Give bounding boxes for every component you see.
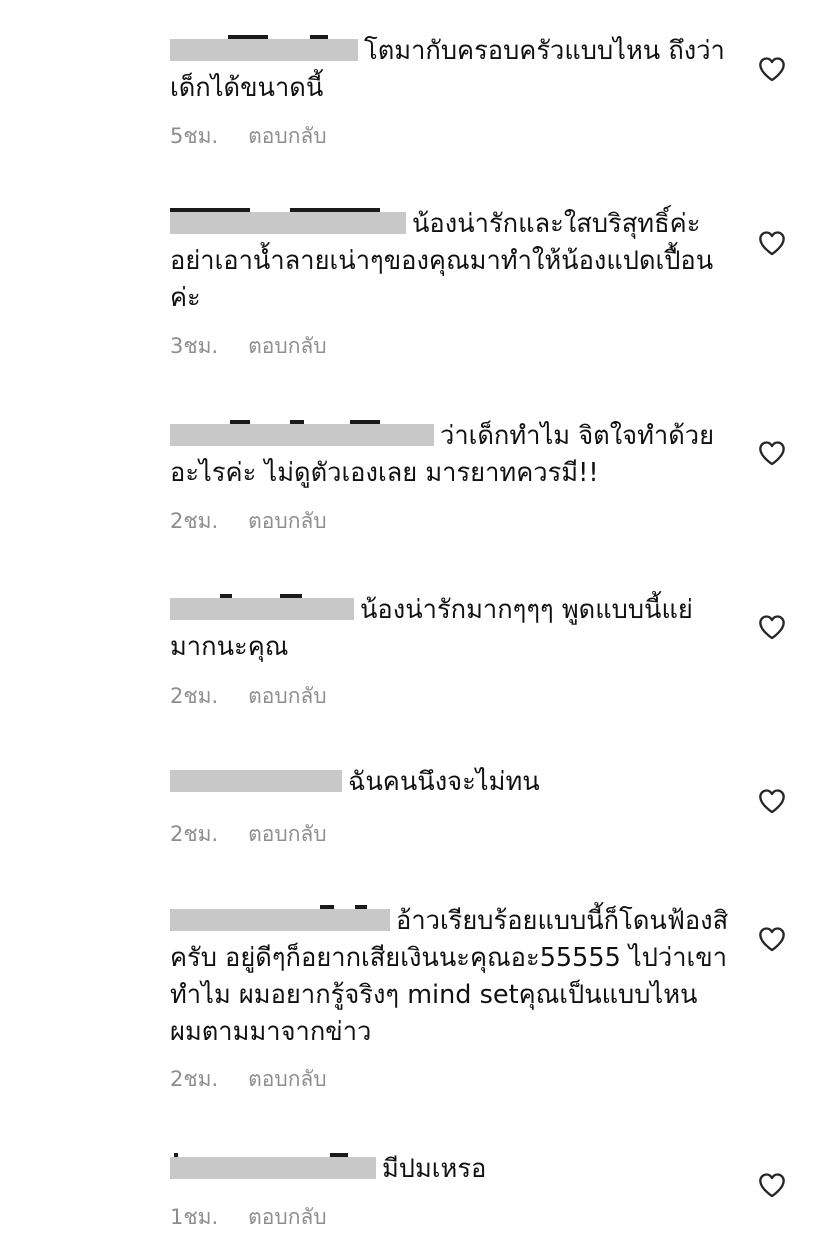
heart-outline-icon[interactable] [758, 440, 786, 466]
heart-outline-icon[interactable] [758, 614, 786, 640]
redacted-username [170, 770, 342, 792]
redacted-username [170, 905, 390, 931]
comment-body: อ้าวเรียบร้อยแบบนี้ก็โดนฟ้องสิครับ อยู่ด… [170, 903, 730, 1051]
comment-body: มีปมเหรอ [170, 1151, 730, 1188]
comment-time: 2ชม. [170, 509, 219, 533]
comment-text: มีปมเหรอ [382, 1154, 487, 1184]
heart-outline-icon[interactable] [758, 56, 786, 82]
heart-outline-icon[interactable] [758, 230, 786, 256]
redacted-username [170, 208, 406, 234]
redacted-username [170, 1153, 376, 1179]
redacted-username [170, 594, 354, 620]
redacted-username [170, 420, 434, 446]
heart-outline-icon[interactable] [758, 788, 786, 814]
reply-button[interactable]: ตอบกลับ [248, 822, 327, 846]
comment-time: 5ชม. [170, 124, 219, 148]
comment-time: 3ชม. [170, 334, 219, 358]
comment-body: ฉันคนนึงจะไม่ทน [170, 764, 730, 801]
comment-time: 2ชม. [170, 1067, 219, 1091]
comment-meta: 2ชม. ตอบกลับ [170, 680, 327, 713]
comment-meta: 2ชม. ตอบกลับ [170, 1063, 327, 1096]
comment-body: ว่าเด็กทำไม จิตใจทำด้วยอะไรค่ะ ไม่ดูตัวเ… [170, 418, 730, 492]
comment-meta: 3ชม. ตอบกลับ [170, 330, 327, 363]
reply-button[interactable]: ตอบกลับ [248, 684, 327, 708]
comment-body: น้องน่ารักและใสบริสุทธิ์ค่ะ อย่าเอาน้ำลา… [170, 206, 730, 317]
comment-meta: 1ชม. ตอบกลับ [170, 1201, 327, 1234]
comment-meta: 5ชม. ตอบกลับ [170, 120, 327, 153]
reply-button[interactable]: ตอบกลับ [248, 124, 327, 148]
comment-time: 1ชม. [170, 1205, 219, 1229]
comment-meta: 2ชม. ตอบกลับ [170, 818, 327, 851]
reply-button[interactable]: ตอบกลับ [248, 1205, 327, 1229]
comment-meta: 2ชม. ตอบกลับ [170, 505, 327, 538]
redacted-username [170, 35, 358, 61]
comment-text: ฉันคนนึงจะไม่ทน [348, 767, 540, 797]
reply-button[interactable]: ตอบกลับ [248, 1067, 327, 1091]
comment-time: 2ชม. [170, 684, 219, 708]
reply-button[interactable]: ตอบกลับ [248, 509, 327, 533]
comment-time: 2ชม. [170, 822, 219, 846]
heart-outline-icon[interactable] [758, 926, 786, 952]
comment-body: โตมากับครอบครัวแบบไหน ถึงว่าเด็กได้ขนาดน… [170, 33, 730, 107]
reply-button[interactable]: ตอบกลับ [248, 334, 327, 358]
heart-outline-icon[interactable] [758, 1172, 786, 1198]
comment-body: น้องน่ารักมากๆๆๆ พูดแบบนี้แย่มากนะคุณ [170, 592, 730, 666]
